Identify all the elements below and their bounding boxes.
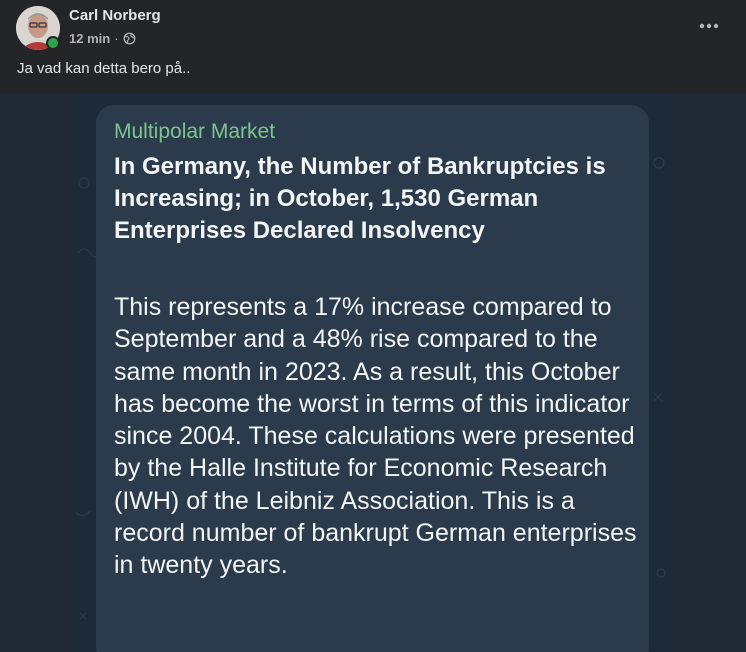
card-body-text: This represents a 17% increase compared … bbox=[114, 293, 637, 580]
post-text: Ja vad kan detta bero på.. bbox=[17, 60, 191, 77]
meta-separator: · bbox=[114, 30, 119, 46]
author-name[interactable]: Carl Norberg bbox=[69, 7, 161, 24]
online-status-dot bbox=[46, 36, 60, 50]
message-card: Multipolar Market In Germany, the Number… bbox=[96, 105, 649, 652]
post-timestamp[interactable]: 12 min bbox=[69, 31, 110, 46]
card-source-title: Multipolar Market bbox=[114, 120, 276, 143]
screenshot-image: Multipolar Market In Germany, the Number… bbox=[76, 93, 669, 652]
more-options-button[interactable] bbox=[692, 9, 726, 43]
post-meta: 12 min · bbox=[69, 30, 136, 46]
post-header: Carl Norberg 12 min · Ja vad kan detta b… bbox=[0, 0, 746, 93]
card-headline: In Germany, the Number of Bankruptcies i… bbox=[114, 153, 606, 244]
post-image[interactable]: Multipolar Market In Germany, the Number… bbox=[0, 93, 746, 652]
more-dots-icon bbox=[699, 23, 719, 29]
globe-icon[interactable] bbox=[123, 32, 136, 45]
